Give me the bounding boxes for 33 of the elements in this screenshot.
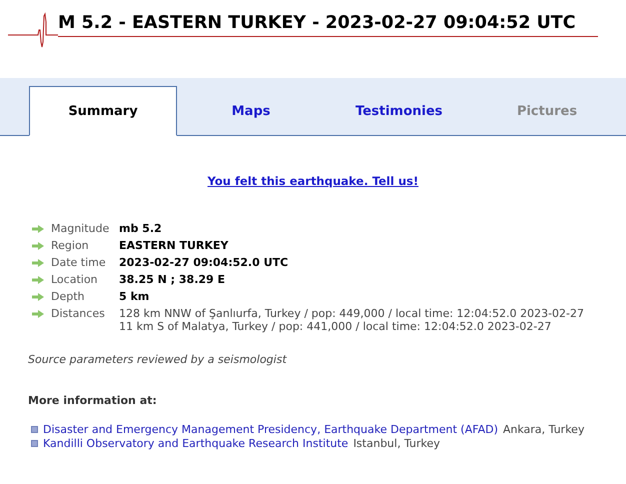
review-note: Source parameters reviewed by a seismologist <box>28 353 288 366</box>
field-value: 128 km NNW of Şanlıurfa, Turkey / pop: 449,000 / local time: 12:04:52.0 2023-02-27 <box>119 307 585 320</box>
field-label: Depth <box>51 290 86 303</box>
section-heading: More information at: <box>28 394 158 407</box>
agency-link[interactable]: Kandilli Observatory and Earthquake Research Institute <box>43 437 348 450</box>
feedback-link[interactable]: You felt this earthquake. Tell us! <box>208 174 418 188</box>
bullet-icon <box>31 426 38 433</box>
arrow-icon <box>32 276 44 284</box>
field-value: 11 km S of Malatya, Turkey / pop: 441,000 / local time: 12:04:52.0 2023-02-27 <box>119 320 552 333</box>
agency-link[interactable]: Disaster and Emergency Management Presidency, Earthquake Department (AFAD) <box>43 423 498 436</box>
tab-label[interactable]: Testimonies <box>325 86 473 136</box>
field-label: Region <box>51 239 90 252</box>
tab-label[interactable]: Maps <box>177 86 325 136</box>
arrow-icon <box>32 259 44 267</box>
field-value: EASTERN TURKEY <box>119 239 230 252</box>
field-label: Magnitude <box>51 222 110 235</box>
location-text: Ankara, Turkey <box>502 423 584 436</box>
arrow-icon <box>32 310 44 318</box>
field-label: Distances <box>51 307 106 320</box>
arrow-icon <box>32 225 44 233</box>
bullet-icon <box>31 440 38 447</box>
tab[interactable]: Summary <box>29 86 177 136</box>
field-value: mb 5.2 <box>119 222 163 235</box>
page-title: M 5.2 - EASTERN TURKEY - 2023-02-27 09:04:52 UTC <box>58 12 598 37</box>
field-value: 5 km <box>119 290 150 303</box>
location-text: Istanbul, Turkey <box>353 437 440 450</box>
tab-label: Pictures <box>516 102 578 120</box>
field-label: Date time <box>51 256 107 269</box>
arrow-icon <box>32 242 44 250</box>
field-label: Location <box>51 273 99 286</box>
field-value: 2023-02-27 09:04:52.0 UTC <box>119 256 290 269</box>
field-value: 38.25 N ; 38.29 E <box>119 273 226 286</box>
arrow-icon <box>32 293 44 301</box>
